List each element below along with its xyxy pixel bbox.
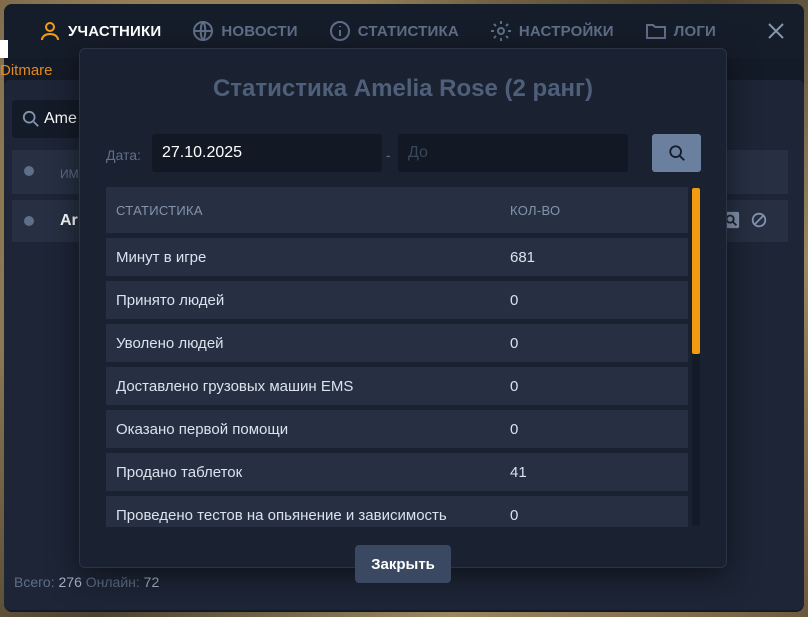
status-dot <box>24 216 34 226</box>
date-to-input[interactable] <box>398 134 628 172</box>
stat-value: 681 <box>510 248 536 266</box>
globe-icon <box>193 21 214 41</box>
stat-value: 0 <box>510 420 519 438</box>
stats-modal: Статистика Amelia Rose (2 ранг) Дата: - … <box>79 48 727 583</box>
date-separator: - <box>386 147 391 163</box>
search-icon <box>668 145 685 161</box>
tab-statistics[interactable]: СТАТИСТИКА <box>328 19 459 43</box>
table-row: Продано таблеток 41 <box>106 453 688 491</box>
stats-table-header: СТАТИСТИКА КОЛ-ВО <box>106 187 688 233</box>
table-row: Оказано первой помощи 0 <box>106 410 688 448</box>
stat-value: 0 <box>510 377 519 395</box>
table-row: Принято людей 0 <box>106 281 688 319</box>
gear-icon <box>490 21 511 41</box>
tab-members[interactable]: УЧАСТНИКИ <box>38 19 161 43</box>
stat-value: 0 <box>510 506 519 524</box>
table-row: Уволено людей 0 <box>106 324 688 362</box>
block-icon[interactable] <box>750 211 768 229</box>
stat-name: Принято людей <box>116 291 225 309</box>
total-label: Всего: <box>14 574 55 590</box>
table-row: Проведено тестов на опьянение и зависимо… <box>106 496 688 527</box>
stats-table: СТАТИСТИКА КОЛ-ВО Минут в игре 681 Приня… <box>106 187 688 527</box>
stat-name: Минут в игре <box>116 248 207 266</box>
stat-value: 0 <box>510 334 519 352</box>
status-dot <box>24 166 34 176</box>
online-label: Онлайн: <box>85 574 140 590</box>
stat-name: Проведено тестов на опьянение и зависимо… <box>116 506 447 524</box>
modal-title: Статистика Amelia Rose (2 ранг) <box>212 75 594 102</box>
scrollbar-thumb[interactable] <box>692 188 700 354</box>
close-button[interactable]: Закрыть <box>355 545 451 583</box>
folder-icon <box>645 24 666 39</box>
stat-name: Уволено людей <box>116 334 224 352</box>
date-from-input[interactable] <box>152 134 382 172</box>
tab-logs-label: ЛОГИ <box>673 22 717 40</box>
member-name: Ar <box>60 212 78 229</box>
stat-value: 0 <box>510 291 519 309</box>
search-icon <box>22 110 39 127</box>
info-icon <box>329 21 350 41</box>
search-button[interactable] <box>652 134 701 172</box>
stat-name: Оказано первой помощи <box>116 420 289 438</box>
column-header-stat: СТАТИСТИКА <box>116 202 203 218</box>
stat-name: Доставлено грузовых машин EMS <box>116 377 354 395</box>
date-label: Дата: <box>106 147 141 163</box>
stat-name: Продано таблеток <box>116 463 243 481</box>
total-value: 276 <box>58 574 82 590</box>
column-header-name: ИМ <box>60 167 79 181</box>
table-row: Доставлено грузовых машин EMS 0 <box>106 367 688 405</box>
tab-members-label: УЧАСТНИКИ <box>68 22 162 40</box>
members-footer: Всего: 276 Онлайн: 72 <box>14 574 159 590</box>
stat-value: 41 <box>510 463 527 481</box>
tab-news[interactable]: НОВОСТИ <box>191 19 298 43</box>
table-row: Минут в игре 681 <box>106 238 688 276</box>
tab-settings[interactable]: НАСТРОЙКИ <box>489 19 614 43</box>
tab-news-label: НОВОСТИ <box>221 22 298 40</box>
tab-statistics-label: СТАТИСТИКА <box>357 22 459 40</box>
player-nametag: Ditmare <box>0 62 53 79</box>
player-nametag-bg <box>0 40 8 58</box>
close-icon[interactable] <box>766 21 786 41</box>
column-header-count: КОЛ-ВО <box>510 202 561 218</box>
tab-logs[interactable]: ЛОГИ <box>644 19 716 43</box>
tab-settings-label: НАСТРОЙКИ <box>518 22 614 40</box>
member-search-value: Ame <box>44 110 77 127</box>
user-icon <box>41 22 59 41</box>
scrollbar[interactable] <box>692 188 700 526</box>
online-value: 72 <box>143 574 160 590</box>
